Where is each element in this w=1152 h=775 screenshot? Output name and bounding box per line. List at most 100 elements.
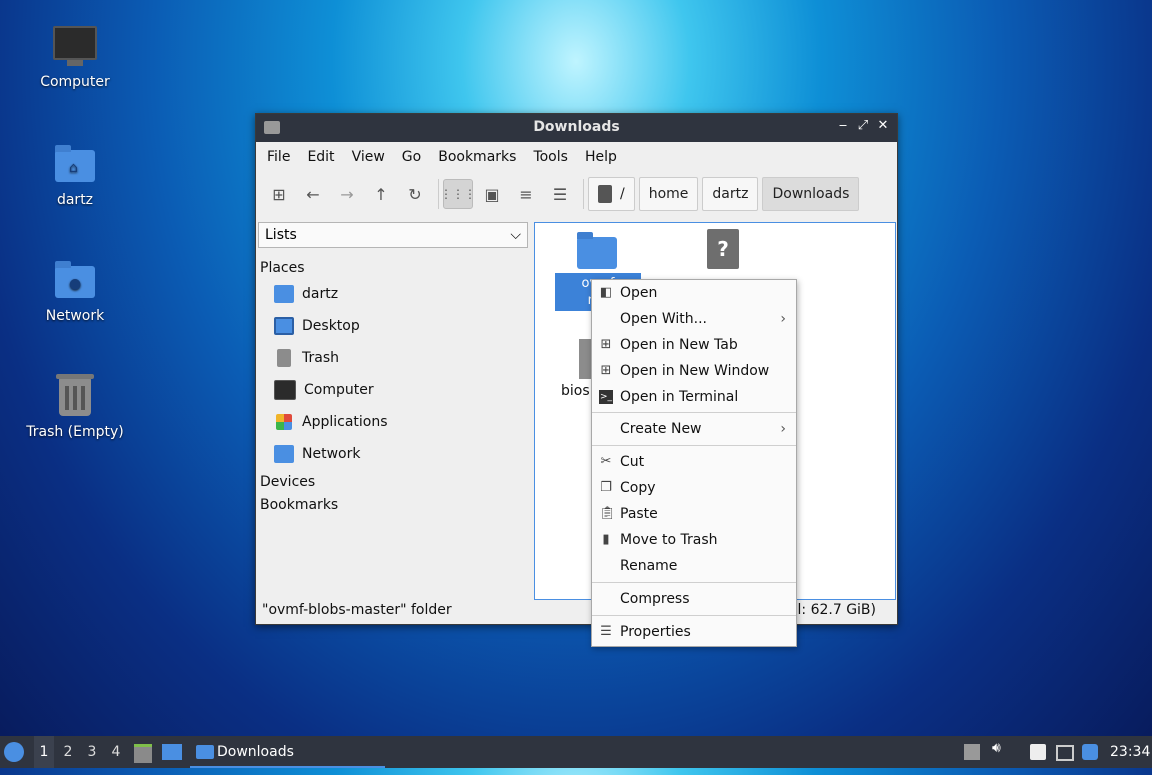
quicklaunch-show-desktop[interactable] xyxy=(162,736,184,768)
clipboard-icon[interactable] xyxy=(1030,744,1046,760)
menu-item-label: Properties xyxy=(620,624,691,640)
desktop-icon-network[interactable]: ● Network xyxy=(20,256,130,324)
menu-item-open-terminal[interactable]: >_ Open in Terminal xyxy=(592,384,796,410)
home-folder-icon xyxy=(274,285,294,303)
trash-icon xyxy=(51,372,99,420)
menu-item-open[interactable]: ◧ Open xyxy=(592,280,796,306)
menubar: File Edit View Go Bookmarks Tools Help xyxy=(256,142,897,172)
breadcrumb-dartz[interactable]: dartz xyxy=(702,177,759,211)
chevron-right-icon: › xyxy=(780,421,786,437)
arrow-left-icon: ← xyxy=(306,184,320,204)
menu-item-paste[interactable]: 📋︎ Paste xyxy=(592,501,796,527)
thumbnail-view-button[interactable]: ▣ xyxy=(477,179,507,209)
desktop-icon-computer[interactable]: Computer xyxy=(20,22,130,90)
menu-item-create-new[interactable]: Create New › xyxy=(592,416,796,442)
forward-button[interactable]: → xyxy=(332,179,362,209)
new-tab-button[interactable]: ⊞ xyxy=(264,179,294,209)
menu-edit[interactable]: Edit xyxy=(300,149,341,165)
menu-item-cut[interactable]: ✂ Cut xyxy=(592,449,796,475)
start-menu-button[interactable] xyxy=(4,736,28,768)
menu-help[interactable]: Help xyxy=(578,149,624,165)
compact-view-button[interactable]: ≡ xyxy=(511,179,541,209)
desktop-icon-label: Computer xyxy=(40,74,110,90)
volume-icon[interactable]: 🔊︎ xyxy=(992,740,1008,756)
grid-icon: ⋮⋮⋮ xyxy=(440,187,476,201)
breadcrumb-root-label: / xyxy=(620,186,625,202)
icon-view-button[interactable]: ⋮⋮⋮ xyxy=(440,179,476,209)
image-icon: ▣ xyxy=(484,184,500,204)
menu-item-open-with[interactable]: Open With... › xyxy=(592,306,796,332)
copy-icon: ❐ xyxy=(600,480,612,495)
network-status-icon[interactable] xyxy=(1056,745,1074,761)
quicklaunch-file-manager[interactable] xyxy=(134,736,156,768)
places-heading[interactable]: Places xyxy=(258,258,530,278)
chevron-right-icon: › xyxy=(780,311,786,327)
side-pane-mode-label: Lists xyxy=(265,227,297,243)
menu-item-label: Open With... xyxy=(620,311,707,327)
detail-view-button[interactable]: ☰ xyxy=(545,179,575,209)
menu-item-rename[interactable]: Rename xyxy=(592,553,796,579)
compact-list-icon: ≡ xyxy=(519,184,533,204)
menu-item-label: Move to Trash xyxy=(620,532,718,548)
new-tab-icon: ⊞ xyxy=(600,337,612,352)
home-folder-icon: ⌂ xyxy=(51,140,99,188)
unknown-file-icon[interactable]: ? xyxy=(707,229,739,269)
menu-item-properties[interactable]: ☰ Properties xyxy=(592,619,796,645)
arrow-right-icon: → xyxy=(340,184,354,204)
menu-item-copy[interactable]: ❐ Copy xyxy=(592,475,796,501)
notification-icon[interactable] xyxy=(1082,744,1098,760)
sidebar-item-trash[interactable]: Trash xyxy=(258,342,530,374)
terminal-icon: >_ xyxy=(599,390,613,404)
tray-up-arrow-icon[interactable] xyxy=(964,744,980,760)
desktop-icon-home[interactable]: ⌂ dartz xyxy=(20,140,130,208)
workspace-1[interactable]: 1 xyxy=(34,736,54,768)
sidebar-item-network[interactable]: Network xyxy=(258,438,530,470)
clock[interactable]: 23:34 xyxy=(1110,736,1150,768)
menu-separator xyxy=(592,582,796,583)
side-pane-mode-select[interactable]: Lists ⌵ xyxy=(258,222,528,248)
menu-item-label: Open xyxy=(620,285,658,301)
desktop-icon-label: Network xyxy=(45,308,105,324)
sidebar-item-computer[interactable]: Computer xyxy=(258,374,530,406)
breadcrumb-downloads[interactable]: Downloads xyxy=(762,177,860,211)
new-tab-icon: ⊞ xyxy=(272,184,286,204)
bookmarks-heading[interactable]: Bookmarks xyxy=(258,495,530,515)
breadcrumb-home[interactable]: home xyxy=(638,177,699,211)
file-label[interactable]: bios xyxy=(561,383,590,399)
workspace-4[interactable]: 4 xyxy=(106,736,126,768)
devices-heading[interactable]: Devices xyxy=(258,472,530,492)
reload-icon: ↻ xyxy=(408,184,422,204)
open-icon: ◧ xyxy=(599,285,613,300)
up-button[interactable]: ↑ xyxy=(366,179,396,209)
menu-file[interactable]: File xyxy=(260,149,297,165)
menu-item-open-new-tab[interactable]: ⊞ Open in New Tab xyxy=(592,332,796,358)
desktop-icon-trash[interactable]: Trash (Empty) xyxy=(20,372,130,440)
menu-item-label: Copy xyxy=(620,480,656,496)
back-button[interactable]: ← xyxy=(298,179,328,209)
menu-view[interactable]: View xyxy=(345,149,392,165)
minimize-button[interactable]: ‒ xyxy=(834,118,852,136)
network-folder-icon: ● xyxy=(51,256,99,304)
sidebar-item-applications[interactable]: Applications xyxy=(258,406,530,438)
sidebar-item-dartz[interactable]: dartz xyxy=(258,278,530,310)
maximize-button[interactable]: ⤢ xyxy=(854,118,872,136)
sidebar-item-label: Computer xyxy=(304,382,374,398)
menu-item-compress[interactable]: Compress xyxy=(592,586,796,612)
menu-tools[interactable]: Tools xyxy=(526,149,575,165)
workspace-3[interactable]: 3 xyxy=(82,736,102,768)
taskbar-window-downloads[interactable]: Downloads xyxy=(190,736,385,768)
folder-icon[interactable] xyxy=(577,232,617,269)
sidebar-item-desktop[interactable]: Desktop xyxy=(258,310,530,342)
menu-item-open-new-window[interactable]: ⊞ Open in New Window xyxy=(592,358,796,384)
window-titlebar[interactable]: Downloads ‒ ⤢ ✕ xyxy=(256,114,897,142)
breadcrumb-root[interactable]: / xyxy=(588,177,635,211)
toolbar-separator xyxy=(583,179,584,209)
workspace-2[interactable]: 2 xyxy=(58,736,78,768)
menu-bookmarks[interactable]: Bookmarks xyxy=(431,149,523,165)
computer-icon xyxy=(274,380,296,400)
menu-go[interactable]: Go xyxy=(395,149,428,165)
reload-button[interactable]: ↻ xyxy=(400,179,430,209)
close-button[interactable]: ✕ xyxy=(874,118,892,136)
menu-item-move-to-trash[interactable]: ▮ Move to Trash xyxy=(592,527,796,553)
desktop-icon xyxy=(162,744,182,760)
